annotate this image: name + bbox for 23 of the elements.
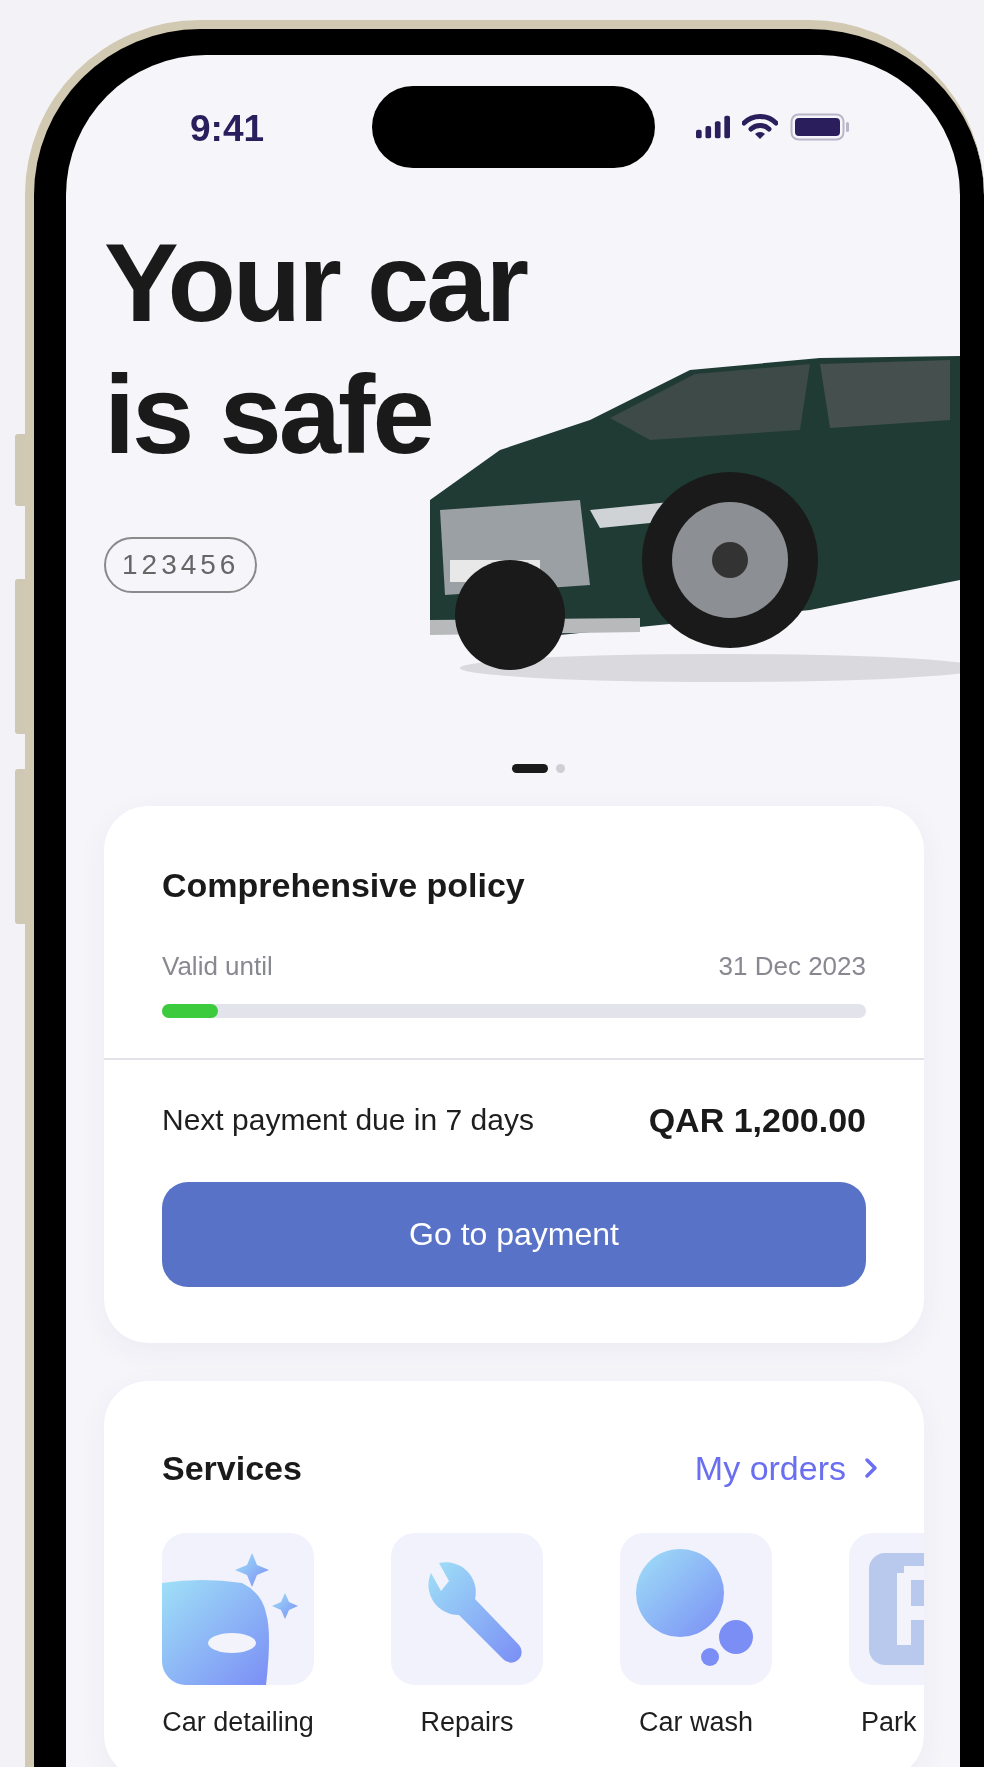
plate-number-badge: 123456 [104,537,258,593]
hero-title: Your car is safe [104,219,528,479]
service-label[interactable]: Repairs [420,1705,514,1739]
go-to-payment-button[interactable]: Go to payment [162,1182,866,1287]
service-tile[interactable] [162,1533,314,1685]
policy-title: Comprehensive policy [162,865,526,906]
signal-icon [696,115,730,139]
carousel-dot[interactable] [555,763,565,773]
valid-until-date: 31 Dec 2023 [718,950,866,982]
service-label[interactable]: Park [849,1705,917,1739]
valid-until-label: Valid until [162,950,273,982]
service-tile[interactable] [620,1533,772,1685]
my-orders-link[interactable]: My orders [694,1448,878,1488]
service-tile[interactable] [391,1533,543,1685]
payment-due-text: Next payment due in 7 days [162,1102,534,1138]
wifi-icon [742,114,778,140]
battery-icon [790,113,850,141]
services-title: Services [162,1448,302,1489]
service-label[interactable]: Car detailing [162,1705,314,1739]
service-label[interactable]: Car wash [638,1705,753,1739]
status-time: 9:41 [190,108,265,150]
payment-amount: QAR 1,200.00 [648,1100,866,1140]
chevron-right-icon [864,1457,878,1479]
